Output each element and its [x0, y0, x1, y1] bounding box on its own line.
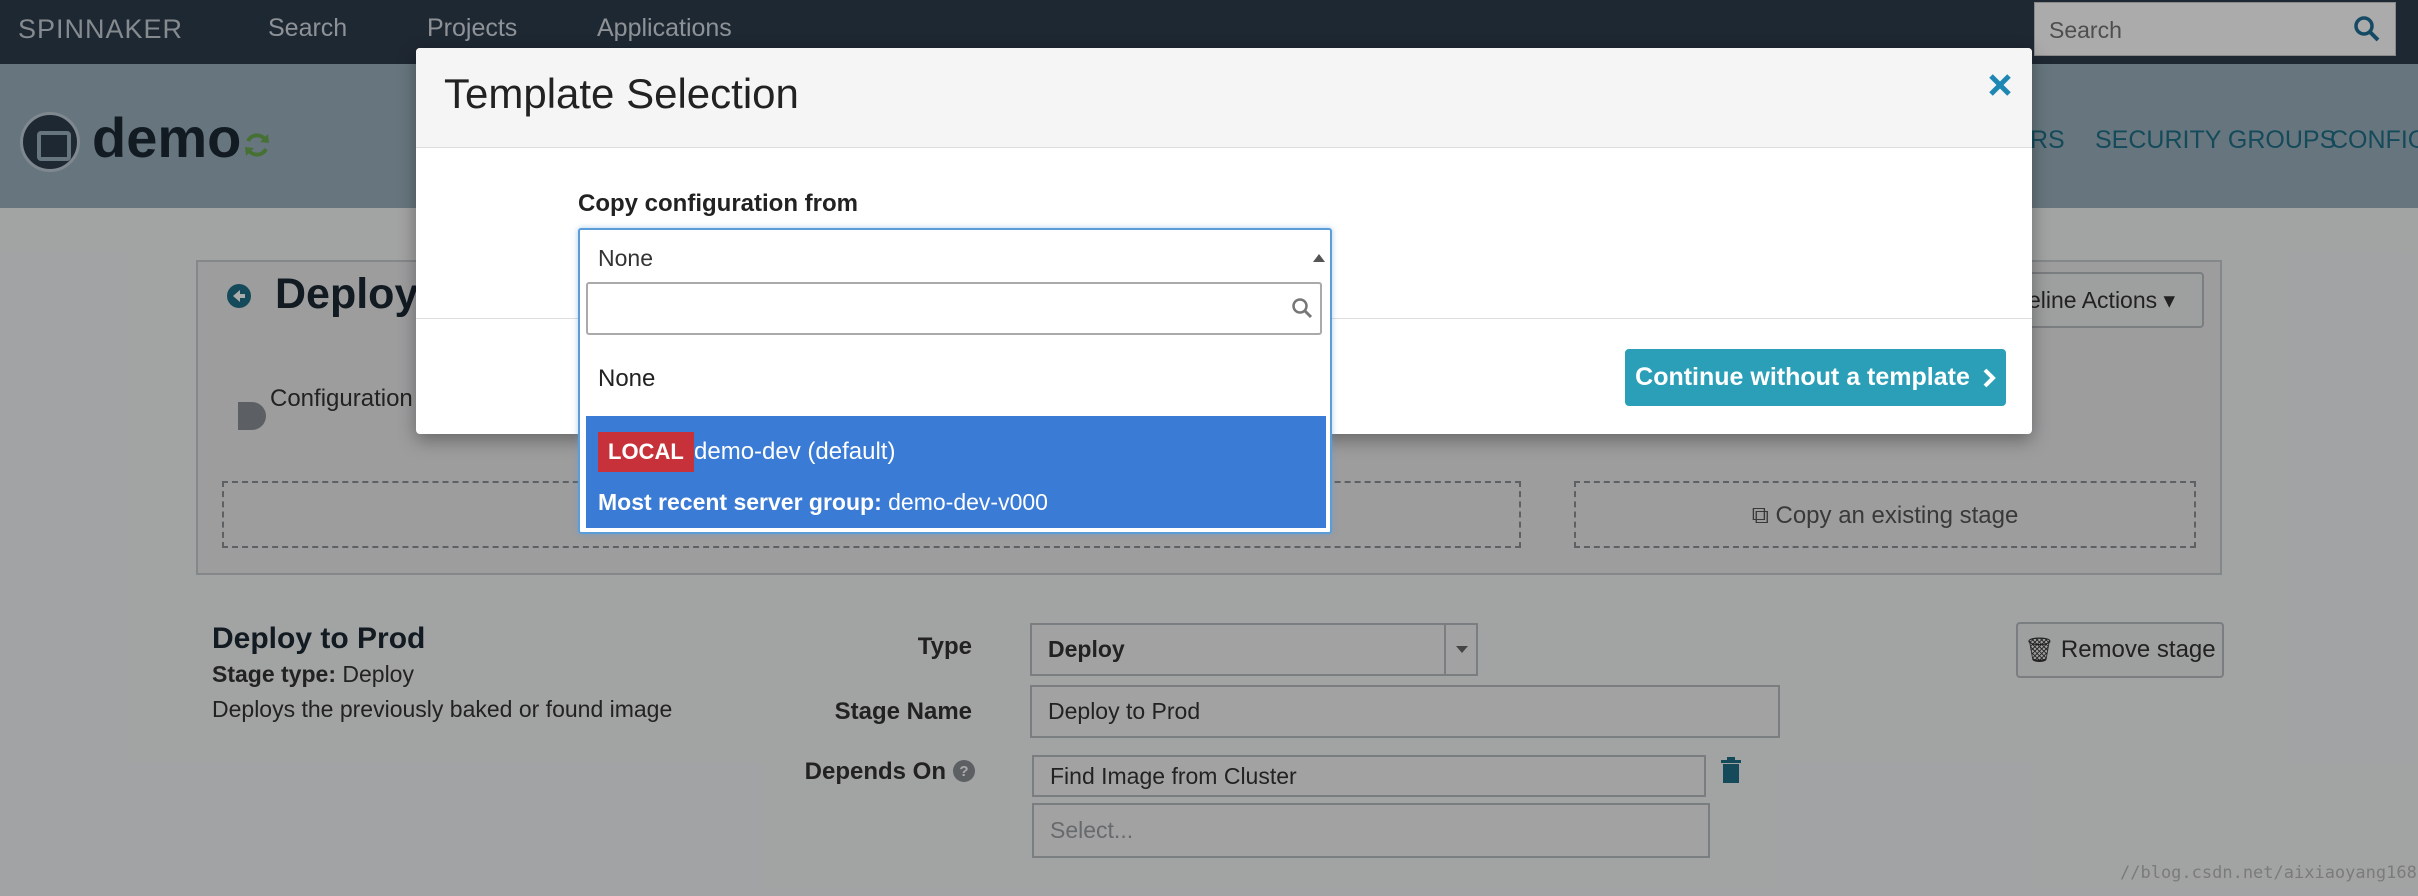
dropdown-search-input[interactable]	[596, 292, 1256, 326]
dropdown-search[interactable]	[586, 282, 1322, 335]
dropdown-option-demo-dev[interactable]: LOCAL demo-dev (default) Most recent ser…	[586, 416, 1326, 528]
copy-configuration-select[interactable]: None None LOCAL demo-dev (default) Most …	[578, 228, 1332, 534]
modal-header: Template Selection	[416, 48, 2032, 148]
close-icon[interactable]	[1986, 68, 2016, 102]
copy-configuration-label: Copy configuration from	[578, 190, 858, 217]
select-current-value[interactable]: None	[598, 245, 653, 272]
search-icon	[1292, 298, 1313, 319]
local-badge: LOCAL	[598, 432, 694, 472]
option-subtitle-label: Most recent server group:	[598, 489, 882, 515]
option-subtitle: Most recent server group: demo-dev-v000	[598, 489, 1048, 516]
option-subtitle-value: demo-dev-v000	[888, 489, 1048, 515]
chevron-right-icon	[1983, 368, 1996, 387]
dropdown-option-none[interactable]: None	[598, 365, 655, 393]
option-title: demo-dev (default)	[694, 438, 896, 465]
continue-without-template-button[interactable]: Continue without a template	[1625, 349, 2006, 406]
modal-title: Template Selection	[444, 70, 799, 117]
continue-label: Continue without a template	[1635, 363, 1970, 391]
chevron-up-icon[interactable]	[1313, 248, 1325, 262]
